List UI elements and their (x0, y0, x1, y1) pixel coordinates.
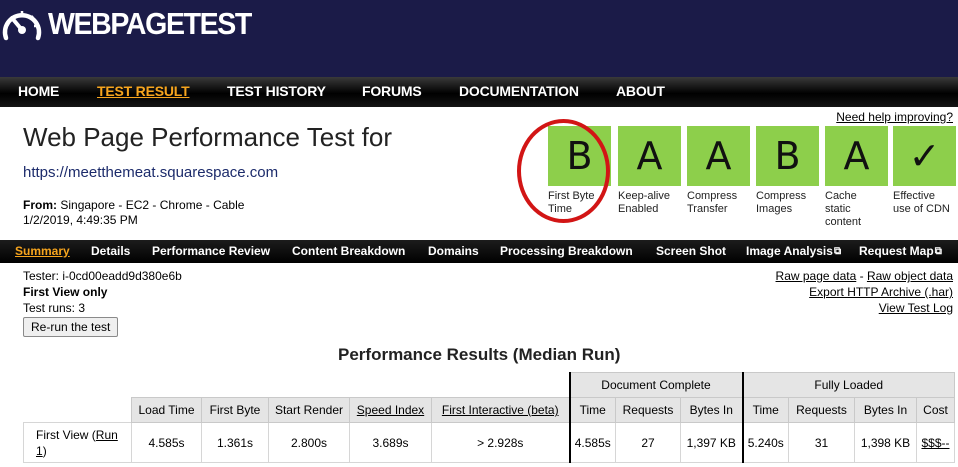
cell-first-interactive: > 2.928s (431, 422, 570, 463)
col-speed-index[interactable]: Speed Index (349, 397, 432, 423)
cell-load-time: 4.585s (131, 422, 202, 463)
view-test-log-link[interactable]: View Test Log (879, 301, 953, 315)
tester-id: Tester: i-0cd00eadd9d380e6b (23, 269, 182, 283)
main-nav: HOME TEST RESULT TEST HISTORY FORUMS DOC… (0, 77, 958, 107)
cell-start-render: 2.800s (268, 422, 350, 463)
run-word: Run (95, 427, 118, 442)
grade-cache-static[interactable]: A Cache static content (825, 126, 888, 229)
tab-details[interactable]: Details (91, 244, 130, 258)
cell-doc-time: 4.585s (568, 422, 616, 463)
row-label-suffix: ) (42, 443, 47, 458)
tab-content-breakdown[interactable]: Content Breakdown (292, 244, 405, 258)
rerun-button[interactable]: Re-run the test (23, 317, 119, 337)
row-label-prefix: First View ( (36, 427, 96, 442)
grade-keep-alive[interactable]: A Keep-alive Enabled (618, 126, 681, 216)
col-full-time: Time (741, 397, 789, 423)
test-date: 1/2/2019, 4:49:35 PM (23, 213, 138, 227)
external-link-icon: ⧉ (934, 246, 942, 257)
results-title: Performance Results (Median Run) (338, 345, 621, 364)
grade-label: Compress Images (756, 190, 807, 215)
col-full-requests: Requests (788, 397, 855, 423)
test-location: From: Singapore - EC2 - Chrome - Cable 1… (23, 198, 244, 228)
logo[interactable]: WEBPAGETEST (0, 4, 269, 44)
cell-doc-requests: 27 (615, 422, 681, 463)
cell-first-byte: 1.361s (201, 422, 269, 463)
grade-value: A (825, 126, 888, 186)
tab-domains[interactable]: Domains (428, 244, 479, 258)
cell-speed-index: 3.689s (349, 422, 432, 463)
check-icon: ✓ (893, 126, 956, 186)
speedometer-icon (0, 4, 44, 44)
highlight-circle (517, 119, 610, 223)
tab-summary[interactable]: Summary (15, 244, 70, 258)
tester-info: Tester: i-0cd00eadd9d380e6b First View o… (23, 268, 182, 316)
grade-value: B (756, 126, 819, 186)
col-cost: Cost (916, 397, 955, 423)
first-interactive-link[interactable]: First Interactive (beta) (442, 403, 559, 417)
grade-value: A (687, 126, 750, 186)
tab-request-map[interactable]: Request Map⧉ (859, 244, 942, 258)
nav-test-result[interactable]: TEST RESULT (97, 83, 190, 99)
header-spacer (23, 372, 570, 398)
help-link[interactable]: Need help improving? (836, 110, 953, 124)
col-full-bytes: Bytes In (854, 397, 917, 423)
result-tabs: Summary Details Performance Review Conte… (0, 240, 958, 263)
grade-label: Effective use of CDN (893, 190, 950, 215)
grade-cdn[interactable]: ✓ Effective use of CDN (893, 126, 956, 216)
link-separator: - (856, 269, 867, 283)
run-number: 1 (36, 443, 43, 458)
grade-value: A (618, 126, 681, 186)
header-bar: WEBPAGETEST (0, 0, 958, 77)
nav-home[interactable]: HOME (18, 83, 59, 99)
cost-link[interactable]: $$$-- (921, 436, 949, 450)
speed-index-link[interactable]: Speed Index (357, 403, 424, 417)
nav-documentation[interactable]: DOCUMENTATION (459, 83, 579, 99)
grade-label: Compress Transfer (687, 190, 738, 215)
col-load-time: Load Time (131, 397, 202, 423)
from-label: From: (23, 198, 57, 212)
group-fully-loaded: Fully Loaded (741, 372, 955, 398)
grade-label: Keep-alive Enabled (618, 190, 670, 215)
grade-label: Cache static content (825, 190, 862, 228)
tab-performance-review[interactable]: Performance Review (152, 244, 270, 258)
page-title: Web Page Performance Test for (23, 122, 393, 152)
external-link-icon: ⧉ (833, 246, 842, 257)
header-spacer (23, 397, 132, 423)
cell-full-time: 5.240s (741, 422, 789, 463)
col-doc-bytes: Bytes In (680, 397, 743, 423)
col-doc-requests: Requests (615, 397, 681, 423)
test-runs: Test runs: 3 (23, 301, 86, 315)
raw-object-data-link[interactable]: Raw object data (867, 269, 953, 283)
cell-doc-bytes: 1,397 KB (680, 422, 743, 463)
raw-page-data-link[interactable]: Raw page data (776, 269, 857, 283)
tab-image-analysis[interactable]: Image Analysis⧉ (746, 244, 841, 258)
row-label: First View (Run 1) (23, 422, 132, 463)
tab-label: Image Analysis (746, 244, 833, 258)
tab-processing-breakdown[interactable]: Processing Breakdown (500, 244, 633, 258)
tab-label: Request Map (859, 244, 934, 258)
cell-full-bytes: 1,398 KB (854, 422, 917, 463)
nav-forums[interactable]: FORUMS (362, 83, 422, 99)
logo-text: WEBPAGETEST (48, 6, 252, 41)
from-value: Singapore - EC2 - Chrome - Cable (60, 198, 245, 212)
nav-about[interactable]: ABOUT (616, 83, 665, 99)
data-links: Raw page data - Raw object data Export H… (776, 268, 953, 316)
results-table: Document Complete Fully Loaded Load Time… (23, 372, 955, 463)
tab-screen-shot[interactable]: Screen Shot (656, 244, 726, 258)
cell-full-requests: 31 (788, 422, 855, 463)
export-har-link[interactable]: Export HTTP Archive (.har) (809, 285, 953, 299)
col-start-render: Start Render (268, 397, 350, 423)
grade-compress-transfer[interactable]: A Compress Transfer (687, 126, 750, 216)
cell-cost[interactable]: $$$-- (916, 422, 955, 463)
table-row: First View (Run 1) 4.585s 1.361s 2.800s 3… (23, 422, 955, 463)
grade-compress-images[interactable]: B Compress Images (756, 126, 819, 216)
col-doc-time: Time (568, 397, 616, 423)
col-first-interactive[interactable]: First Interactive (beta) (431, 397, 570, 423)
tested-url[interactable]: https://meetthemeat.squarespace.com (23, 164, 278, 181)
view-mode: First View only (23, 285, 108, 299)
nav-test-history[interactable]: TEST HISTORY (227, 83, 326, 99)
group-document-complete: Document Complete (568, 372, 743, 398)
col-first-byte: First Byte (201, 397, 269, 423)
